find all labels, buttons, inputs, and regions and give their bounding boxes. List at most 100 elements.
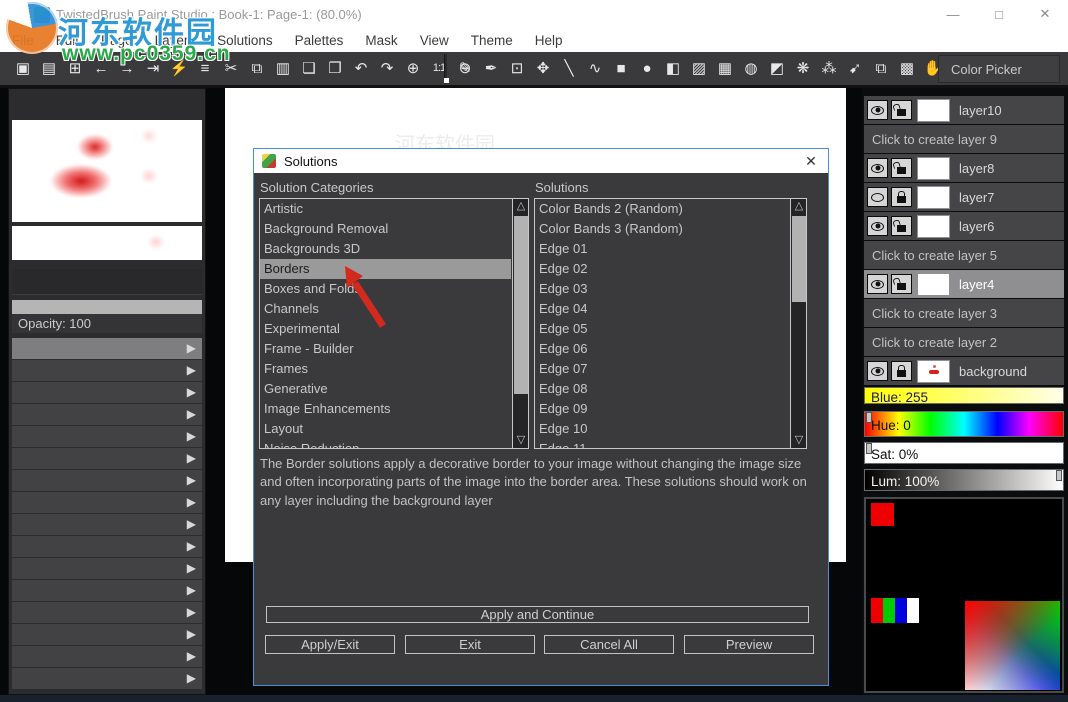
dialog-title-bar[interactable]: Solutions ✕ bbox=[254, 149, 828, 173]
category-item[interactable]: Background Removal bbox=[260, 219, 511, 239]
toolbar-icon[interactable]: ⊞ bbox=[63, 57, 87, 81]
category-item[interactable]: Image Enhancements bbox=[260, 399, 511, 419]
toolbar-icon[interactable]: ❐ bbox=[323, 57, 347, 81]
layer-row[interactable]: Click to create layer 2 Click to create … bbox=[864, 328, 1064, 356]
expand-arrow-icon[interactable]: ▶ bbox=[187, 451, 196, 465]
toolbar-icon[interactable]: ↶ bbox=[349, 57, 373, 81]
exit-button[interactable]: Exit bbox=[405, 635, 535, 654]
toolbar-icon[interactable]: ⧉ bbox=[245, 57, 269, 81]
brush-shortcut-row[interactable]: ▶ bbox=[12, 602, 202, 623]
scroll-up-icon[interactable]: △ bbox=[513, 199, 528, 214]
category-item[interactable]: Frames bbox=[260, 359, 511, 379]
toolbar-icon[interactable]: ▦ bbox=[713, 57, 737, 81]
scrollbar-thumb[interactable] bbox=[514, 216, 528, 394]
expand-arrow-icon[interactable]: ▶ bbox=[187, 473, 196, 487]
menu-item[interactable]: Help bbox=[535, 33, 563, 48]
brush-shortcut-row[interactable]: ▶ bbox=[12, 338, 202, 359]
menu-item[interactable]: File bbox=[12, 33, 34, 48]
categories-scrollbar[interactable]: △ ▽ bbox=[512, 199, 528, 448]
brush-shortcut-row[interactable]: ▶ bbox=[12, 646, 202, 667]
maximize-button[interactable]: □ bbox=[976, 0, 1022, 28]
layer-thumbnail[interactable] bbox=[917, 214, 950, 238]
brush-shortcut-row[interactable]: ▶ bbox=[12, 360, 202, 381]
expand-arrow-icon[interactable]: ▶ bbox=[187, 605, 196, 619]
menu-item[interactable]: Edit bbox=[56, 33, 79, 48]
layer-visibility-toggle[interactable] bbox=[867, 158, 888, 178]
brush-shortcut-row[interactable]: ▶ bbox=[12, 382, 202, 403]
toolbar-icon[interactable]: ╲ bbox=[557, 57, 581, 81]
toolbar-icon[interactable]: ∿ bbox=[583, 57, 607, 81]
layer-lock-toggle[interactable] bbox=[891, 274, 912, 294]
preview-button[interactable]: Preview bbox=[684, 635, 814, 654]
apply-and-continue-button[interactable]: Apply and Continue bbox=[266, 606, 809, 623]
color-swatch[interactable] bbox=[907, 598, 919, 623]
expand-arrow-icon[interactable]: ▶ bbox=[187, 385, 196, 399]
solution-item[interactable]: Edge 08 bbox=[535, 379, 789, 399]
expand-arrow-icon[interactable]: ▶ bbox=[187, 627, 196, 641]
layer-thumbnail[interactable] bbox=[917, 98, 950, 122]
menu-item[interactable]: Mask bbox=[365, 33, 397, 48]
layer-row[interactable]: layer10 layer10 bbox=[864, 96, 1064, 124]
layer-row[interactable]: layer8 layer8 bbox=[864, 154, 1064, 182]
toolbar-icon[interactable]: ↷ bbox=[375, 57, 399, 81]
layer-row[interactable]: Click to create layer 5 Click to create … bbox=[864, 241, 1064, 269]
brush-shortcut-row[interactable]: ▶ bbox=[12, 558, 202, 579]
expand-arrow-icon[interactable]: ▶ bbox=[187, 517, 196, 531]
toolbar-icon[interactable]: ■ bbox=[609, 57, 633, 81]
toolbar-icon[interactable]: ❏ bbox=[297, 57, 321, 81]
expand-arrow-icon[interactable]: ▶ bbox=[187, 407, 196, 421]
toolbar-icon[interactable]: ✥ bbox=[531, 57, 555, 81]
dialog-close-button[interactable]: ✕ bbox=[802, 152, 820, 170]
layer-row[interactable]: background background bbox=[864, 357, 1064, 385]
luminance-slider[interactable]: Lum: 100% bbox=[864, 469, 1064, 491]
toolbar-icon[interactable]: ⊡ bbox=[505, 57, 529, 81]
scroll-down-icon[interactable]: ▽ bbox=[513, 433, 528, 448]
solution-item[interactable]: Edge 07 bbox=[535, 359, 789, 379]
layer-lock-toggle[interactable] bbox=[891, 216, 912, 236]
toolbar-icon[interactable]: ▥ bbox=[271, 57, 295, 81]
toolbar-icon[interactable]: ≡ bbox=[193, 57, 217, 81]
saturation-slider[interactable]: Sat: 0% bbox=[864, 442, 1064, 464]
solution-item[interactable]: Color Bands 3 (Random) bbox=[535, 219, 789, 239]
menu-item[interactable]: Layers bbox=[155, 33, 196, 48]
color-swatch[interactable] bbox=[895, 598, 907, 623]
hue-slider[interactable]: Hue: 0 bbox=[864, 411, 1064, 437]
solution-item[interactable]: Color Bands 2 (Random) bbox=[535, 199, 789, 219]
layer-thumbnail[interactable] bbox=[917, 359, 950, 383]
scrollbar-thumb[interactable] bbox=[792, 216, 806, 302]
category-item[interactable]: Boxes and Folds bbox=[260, 279, 511, 299]
solution-item[interactable]: Edge 02 bbox=[535, 259, 789, 279]
brush-preview-large[interactable] bbox=[12, 120, 202, 222]
brush-shortcut-row[interactable]: ▶ bbox=[12, 404, 202, 425]
brush-shortcut-row[interactable]: ▶ bbox=[12, 426, 202, 447]
layer-lock-toggle[interactable] bbox=[891, 100, 912, 120]
expand-arrow-icon[interactable]: ▶ bbox=[187, 649, 196, 663]
category-item[interactable]: Channels bbox=[260, 299, 511, 319]
menu-item[interactable]: Palettes bbox=[295, 33, 344, 48]
blue-slider[interactable]: Blue: 255 bbox=[864, 387, 1064, 405]
toolbar-icon[interactable]: ← bbox=[89, 57, 113, 81]
toolbar-icon[interactable]: 1:1 bbox=[427, 57, 451, 81]
layer-visibility-toggle[interactable] bbox=[867, 274, 888, 294]
toolbar-icon[interactable]: ▩ bbox=[895, 57, 919, 81]
toolbar-icon[interactable]: ▨ bbox=[687, 57, 711, 81]
brush-preview-small[interactable] bbox=[12, 226, 202, 260]
category-item[interactable]: Backgrounds 3D bbox=[260, 239, 511, 259]
current-color-swatch[interactable] bbox=[871, 503, 894, 526]
layer-visibility-toggle[interactable] bbox=[867, 361, 888, 381]
category-item[interactable]: Artistic bbox=[260, 199, 511, 219]
solution-item[interactable]: Edge 04 bbox=[535, 299, 789, 319]
solution-item[interactable]: Edge 10 bbox=[535, 419, 789, 439]
menu-item[interactable]: Solutions bbox=[217, 33, 273, 48]
expand-arrow-icon[interactable]: ▶ bbox=[187, 583, 196, 597]
toolbar-icon[interactable]: ⇥ bbox=[141, 57, 165, 81]
color-picker-header[interactable]: Color Picker bbox=[938, 55, 1060, 83]
brush-shortcut-row[interactable]: ▶ bbox=[12, 624, 202, 645]
toolbar-icon[interactable]: ▤ bbox=[37, 57, 61, 81]
expand-arrow-icon[interactable]: ▶ bbox=[187, 429, 196, 443]
expand-arrow-icon[interactable]: ▶ bbox=[187, 671, 196, 685]
layer-row[interactable]: layer4 layer4 bbox=[864, 270, 1064, 298]
menu-item[interactable]: View bbox=[420, 33, 449, 48]
layer-visibility-toggle[interactable] bbox=[867, 187, 888, 207]
category-item[interactable]: Borders bbox=[260, 259, 511, 279]
